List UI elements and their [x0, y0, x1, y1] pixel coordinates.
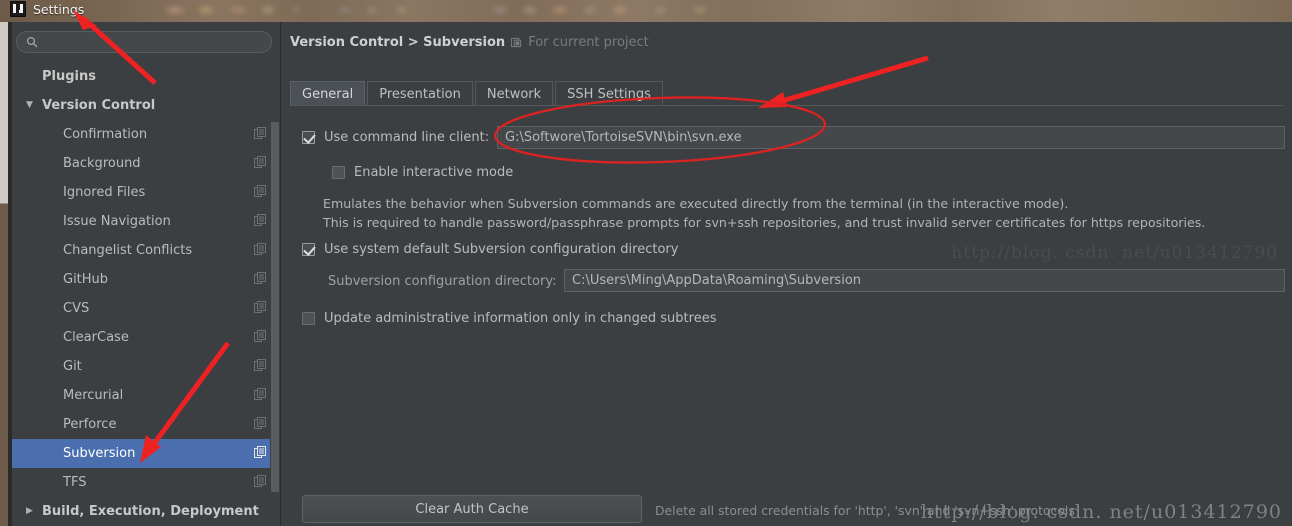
watermark-url-faint: http://blog. csdn. net/u013412790 [951, 243, 1278, 263]
settings-dialog-screenshot: Settings [0, 0, 1292, 526]
chevron-right-icon[interactable]: ▶ [26, 507, 40, 516]
copy-settings-icon[interactable] [254, 388, 266, 404]
sidebar-item-label: Ignored Files [63, 185, 145, 200]
breadcrumb-path: Version Control > Subversion [290, 35, 505, 50]
sidebar-item-label: Confirmation [63, 127, 147, 142]
sidebar-item-background[interactable]: Background [12, 149, 280, 178]
sidebar-item-label: Issue Navigation [63, 214, 171, 229]
chevron-down-icon[interactable]: ▼ [26, 101, 40, 110]
command-line-client-path-field[interactable]: G:\Softwore\TortoiseSVN\bin\svn.exe [497, 126, 1285, 149]
copy-settings-icon[interactable] [254, 330, 266, 346]
sidebar-item-label: Plugins [42, 69, 96, 84]
sidebar-item-github[interactable]: GitHub [12, 265, 280, 294]
sidebar-item-label: Git [63, 359, 82, 374]
sidebar-scrollbar-track[interactable] [270, 62, 280, 526]
settings-dialog: Plugins ▼ Version Control Confirmation [0, 22, 1292, 526]
sidebar-item-label: Mercurial [63, 388, 123, 403]
watermark-url: http://blog. csdn. net/u013412790 [921, 501, 1282, 523]
sidebar-group-build-execution-deployment[interactable]: ▶ Build, Execution, Deployment [12, 497, 280, 526]
tab-general[interactable]: General [290, 81, 365, 106]
sidebar-item-subversion[interactable]: Subversion [12, 439, 280, 468]
breadcrumb: Version Control > Subversion For current… [290, 35, 649, 50]
copy-settings-icon[interactable] [254, 359, 266, 375]
copy-settings-icon[interactable] [254, 156, 266, 172]
sidebar-item-confirmation[interactable]: Confirmation [12, 120, 280, 149]
enable-interactive-mode-row[interactable]: Enable interactive mode [332, 165, 513, 180]
copy-settings-icon[interactable] [254, 475, 266, 491]
sidebar-item-label: Background [63, 156, 141, 171]
sidebar-item-label: Subversion [63, 446, 135, 461]
search-icon [26, 36, 38, 48]
copy-settings-icon[interactable] [254, 185, 266, 201]
subversion-config-directory-label: Subversion configuration directory: [328, 274, 556, 289]
copy-settings-icon[interactable] [254, 127, 266, 143]
settings-tree: Plugins ▼ Version Control Confirmation [12, 62, 280, 526]
enable-interactive-mode-checkbox[interactable] [332, 166, 345, 179]
update-admin-info-label: Update administrative information only i… [324, 311, 716, 326]
copy-settings-icon[interactable] [254, 446, 266, 462]
use-command-line-client-row[interactable]: Use command line client: [302, 130, 489, 145]
copy-settings-icon[interactable] [254, 301, 266, 317]
copy-settings-icon[interactable] [254, 243, 266, 259]
sidebar-group-version-control[interactable]: ▼ Version Control [12, 91, 280, 120]
use-command-line-client-checkbox[interactable] [302, 131, 315, 144]
sidebar-group-label: Build, Execution, Deployment [42, 504, 259, 519]
sidebar-item-label: TFS [63, 475, 86, 490]
window-titlebar: Settings [10, 1, 84, 17]
update-admin-info-checkbox[interactable] [302, 312, 315, 325]
use-command-line-client-label: Use command line client: [324, 130, 489, 145]
sidebar-item-label: Perforce [63, 417, 116, 432]
subversion-config-directory-value: C:\Users\Ming\AppData\Roaming\Subversion [572, 273, 861, 288]
search-input-wrapper[interactable] [16, 31, 272, 53]
sidebar-item-label: ClearCase [63, 330, 129, 345]
tab-presentation[interactable]: Presentation [367, 81, 473, 106]
sidebar-item-label: CVS [63, 301, 89, 316]
sidebar-item-clearcase[interactable]: ClearCase [12, 323, 280, 352]
update-admin-info-row[interactable]: Update administrative information only i… [302, 311, 716, 326]
subversion-config-directory-field[interactable]: C:\Users\Ming\AppData\Roaming\Subversion [564, 269, 1285, 292]
copy-settings-icon[interactable] [254, 272, 266, 288]
clear-auth-cache-button[interactable]: Clear Auth Cache [302, 495, 642, 523]
enable-interactive-mode-label: Enable interactive mode [354, 165, 513, 180]
sidebar-item-changelist-conflicts[interactable]: Changelist Conflicts [12, 236, 280, 265]
sidebar-scrollbar-thumb[interactable] [271, 122, 279, 492]
settings-content-panel: Version Control > Subversion For current… [281, 22, 1292, 526]
breadcrumb-scope: For current project [528, 35, 649, 50]
sidebar-item-cvs[interactable]: CVS [12, 294, 280, 323]
sidebar-item-perforce[interactable]: Perforce [12, 410, 280, 439]
sidebar-item-label: GitHub [63, 272, 108, 287]
window-left-edge [0, 22, 8, 526]
general-tab-form: Use command line client: G:\Softwore\Tor… [281, 106, 1292, 526]
use-system-default-config-dir-row[interactable]: Use system default Subversion configurat… [302, 242, 678, 257]
sidebar-item-tfs[interactable]: TFS [12, 468, 280, 497]
sidebar-group-label: Version Control [42, 98, 155, 113]
project-scope-icon [511, 37, 522, 48]
interactive-mode-description-line2: This is required to handle password/pass… [323, 213, 1205, 232]
sidebar-item-git[interactable]: Git [12, 352, 280, 381]
interactive-mode-description-line1: Emulates the behavior when Subversion co… [323, 194, 1068, 213]
sidebar-item-plugins[interactable]: Plugins [12, 62, 280, 91]
tab-network[interactable]: Network [475, 81, 553, 106]
tab-ssh-settings[interactable]: SSH Settings [555, 81, 663, 106]
sidebar-item-mercurial[interactable]: Mercurial [12, 381, 280, 410]
search-input[interactable] [38, 35, 271, 50]
copy-settings-icon[interactable] [254, 214, 266, 230]
intellij-logo-icon [10, 1, 26, 17]
window-title: Settings [33, 2, 84, 17]
sidebar-item-ignored-files[interactable]: Ignored Files [12, 178, 280, 207]
command-line-client-path-value: G:\Softwore\TortoiseSVN\bin\svn.exe [505, 130, 742, 145]
sidebar-item-label: Changelist Conflicts [63, 243, 192, 258]
use-system-default-config-dir-checkbox[interactable] [302, 243, 315, 256]
copy-settings-icon[interactable] [254, 417, 266, 433]
settings-tabstrip: General Presentation Network SSH Setting… [290, 80, 665, 106]
use-system-default-config-dir-label: Use system default Subversion configurat… [324, 242, 678, 257]
sidebar-item-issue-navigation[interactable]: Issue Navigation [12, 207, 280, 236]
desktop-backdrop [0, 0, 1292, 22]
settings-sidebar: Plugins ▼ Version Control Confirmation [12, 22, 280, 526]
